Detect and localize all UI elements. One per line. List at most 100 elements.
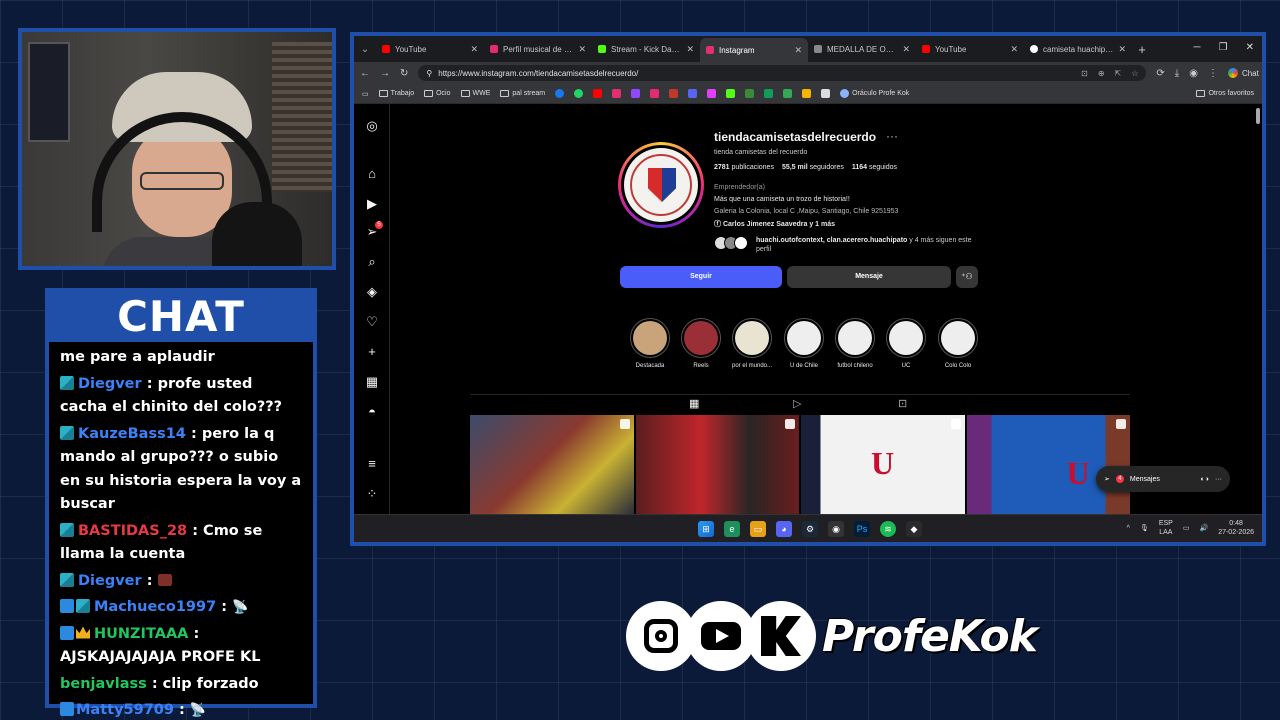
tab-perfil-musical[interactable]: Perfil musical de elkok✕ <box>484 38 592 60</box>
extension-icon[interactable]: ⊡ <box>1081 69 1088 78</box>
back-icon[interactable]: ← <box>360 68 370 79</box>
youtube-icon[interactable] <box>593 89 603 98</box>
tab-camiseta-huachipato[interactable]: camiseta huachipato 15✕ <box>1024 38 1132 60</box>
new-tab-button[interactable]: + <box>1132 42 1152 57</box>
file-explorer-icon[interactable]: ▭ <box>750 521 766 537</box>
home-icon[interactable]: ⌂ <box>364 166 380 182</box>
follow-button[interactable]: Seguir <box>620 266 782 288</box>
hamburger-menu-icon[interactable]: ≡ <box>364 456 380 472</box>
instagram-icon[interactable] <box>612 89 622 98</box>
message-button[interactable]: Mensaje <box>787 266 951 288</box>
post-thumbnail[interactable]: U <box>966 415 1130 514</box>
highlight-reels[interactable]: Reels <box>676 318 726 369</box>
tray-chevron-icon[interactable]: ^ <box>1127 525 1130 532</box>
edge-icon[interactable]: e <box>724 521 740 537</box>
reels-tab-icon[interactable]: ▷ <box>793 397 801 410</box>
music-icon[interactable] <box>650 89 660 98</box>
highlight-u-de-chile[interactable]: U de Chile <box>779 318 829 369</box>
tab-kick-dashboard[interactable]: Stream - Kick Dashboard✕ <box>592 38 700 60</box>
create-plus-icon[interactable]: + <box>364 344 380 360</box>
sheets-2-icon[interactable] <box>764 89 774 98</box>
explore-icon[interactable]: ◈ <box>364 284 380 300</box>
plus-sheet-icon[interactable] <box>783 89 793 98</box>
gemini-chat-button[interactable]: Chat <box>1227 68 1259 78</box>
profile-picture[interactable] <box>618 142 704 228</box>
close-icon[interactable]: ✕ <box>794 45 802 56</box>
dashboard-icon[interactable]: ▦ <box>364 374 380 390</box>
highlight-destacada[interactable]: Destacada <box>625 318 675 369</box>
suggest-user-icon[interactable]: ⁺⚇ <box>956 266 978 288</box>
followed-by[interactable]: huachi.outofcontext, clan.acerero.huachi… <box>714 236 974 254</box>
apps-icon[interactable]: ▭ <box>362 90 369 98</box>
profile-avatar-icon[interactable]: ◓ <box>364 404 380 420</box>
more-apps-icon[interactable]: ⁘ <box>364 486 380 502</box>
discord-icon[interactable]: ◕ <box>776 521 792 537</box>
bookmark-folder-wwe[interactable]: WWE <box>460 90 490 97</box>
profile-avatar-icon[interactable]: ◉ <box>1189 68 1198 79</box>
windows-start-icon[interactable]: ⊞ <box>698 521 714 537</box>
tab-search-chevron-icon[interactable]: ⌄ <box>354 44 376 55</box>
highlight-futbol-chileno[interactable]: futbol chileno <box>830 318 880 369</box>
following-stat[interactable]: 1164 seguidos <box>852 164 897 171</box>
tab-youtube-2[interactable]: YouTube ✕ <box>916 38 1024 60</box>
post-thumbnail[interactable]: U <box>801 415 965 514</box>
minimize-icon[interactable]: ─ <box>1194 42 1201 53</box>
tagged-tab-icon[interactable]: ⊡ <box>898 397 907 410</box>
chrome-icon[interactable]: ◉ <box>828 521 844 537</box>
clock[interactable]: 0:48 27-02-2026 <box>1218 519 1254 537</box>
download-icon[interactable]: ⤓ <box>1175 68 1179 79</box>
instagram-logo-icon[interactable]: ◎ <box>364 118 380 134</box>
network-icon[interactable]: ▭ <box>1183 524 1190 532</box>
post-thumbnail[interactable] <box>635 415 799 514</box>
bookmark-others[interactable]: Otros favoritos <box>1196 90 1254 97</box>
gift-icon[interactable] <box>802 89 812 98</box>
bookmark-red-icon[interactable] <box>669 89 679 98</box>
bookmark-folder-ocio[interactable]: Ocio <box>424 90 451 97</box>
discord-icon[interactable] <box>688 89 698 98</box>
refresh-extension-icon[interactable]: ⟳ <box>1156 68 1164 79</box>
close-icon[interactable]: ✕ <box>1118 44 1126 55</box>
kick-icon[interactable] <box>726 89 736 98</box>
close-icon[interactable]: ✕ <box>1010 44 1018 55</box>
zoom-icon[interactable]: ⊕ <box>1098 69 1105 78</box>
site-info-icon[interactable]: ⚲ <box>426 69 432 78</box>
language-indicator[interactable]: ESP LAA <box>1159 519 1173 537</box>
forward-icon[interactable]: → <box>380 68 390 79</box>
tab-instagram[interactable]: Instagram ✕ <box>700 38 808 62</box>
sheets-icon[interactable] <box>745 89 755 98</box>
bookmark-folder-trabajo[interactable]: Trabajo <box>378 90 414 97</box>
volume-icon[interactable]: 🔊 <box>1199 524 1208 532</box>
posts-stat[interactable]: 2781 publicaciones <box>714 164 774 171</box>
close-icon[interactable]: ✕ <box>686 44 694 55</box>
whatsapp-icon[interactable] <box>574 89 584 98</box>
twitch-icon[interactable] <box>631 89 641 98</box>
streamlabs-icon[interactable]: ◆ <box>906 521 922 537</box>
microphone-icon[interactable]: 🎙 <box>1140 524 1149 532</box>
steam-icon[interactable]: ⚙ <box>802 521 818 537</box>
menu-icon[interactable]: ⋮ <box>1208 68 1218 79</box>
profile-link[interactable]: ⓕ Carlos Jimenez Saavedra y 1 más <box>714 219 835 229</box>
tab-youtube[interactable]: YouTube ✕ <box>376 38 484 60</box>
scrollbar[interactable] <box>1256 108 1260 124</box>
posts-grid-icon[interactable]: ▦ <box>689 397 699 410</box>
close-icon[interactable]: ✕ <box>578 44 586 55</box>
bookmark-star-icon[interactable]: ☆ <box>1131 69 1138 78</box>
highlight-colo-colo[interactable]: Colo Colo <box>933 318 983 369</box>
post-thumbnail[interactable] <box>470 415 634 514</box>
bookmark-folder-pal-stream[interactable]: pal stream <box>500 90 545 97</box>
url-input[interactable]: ⚲ https://www.instagram.com/tiendacamise… <box>418 65 1147 81</box>
photoshop-icon[interactable]: Ps <box>854 521 870 537</box>
close-icon[interactable]: ✕ <box>470 44 478 55</box>
maximize-icon[interactable]: ❐ <box>1219 42 1228 53</box>
bookmark-pink-icon[interactable] <box>707 89 717 98</box>
more-options-icon[interactable]: ··· <box>886 129 898 143</box>
reload-icon[interactable]: ↻ <box>400 68 408 79</box>
spotify-icon[interactable]: ≋ <box>880 521 896 537</box>
bookmark-white-icon[interactable] <box>821 89 831 98</box>
followers-stat[interactable]: 55,5 mil seguidores <box>782 164 844 171</box>
heart-icon[interactable]: ♡ <box>364 314 380 330</box>
highlight-por-el-mundo[interactable]: por el mundo... <box>727 318 777 369</box>
highlight-uc[interactable]: UC <box>881 318 931 369</box>
messages-button[interactable]: ➢ 4 Mensajes ◐◑ ··· <box>1096 466 1230 492</box>
close-icon[interactable]: ✕ <box>902 44 910 55</box>
